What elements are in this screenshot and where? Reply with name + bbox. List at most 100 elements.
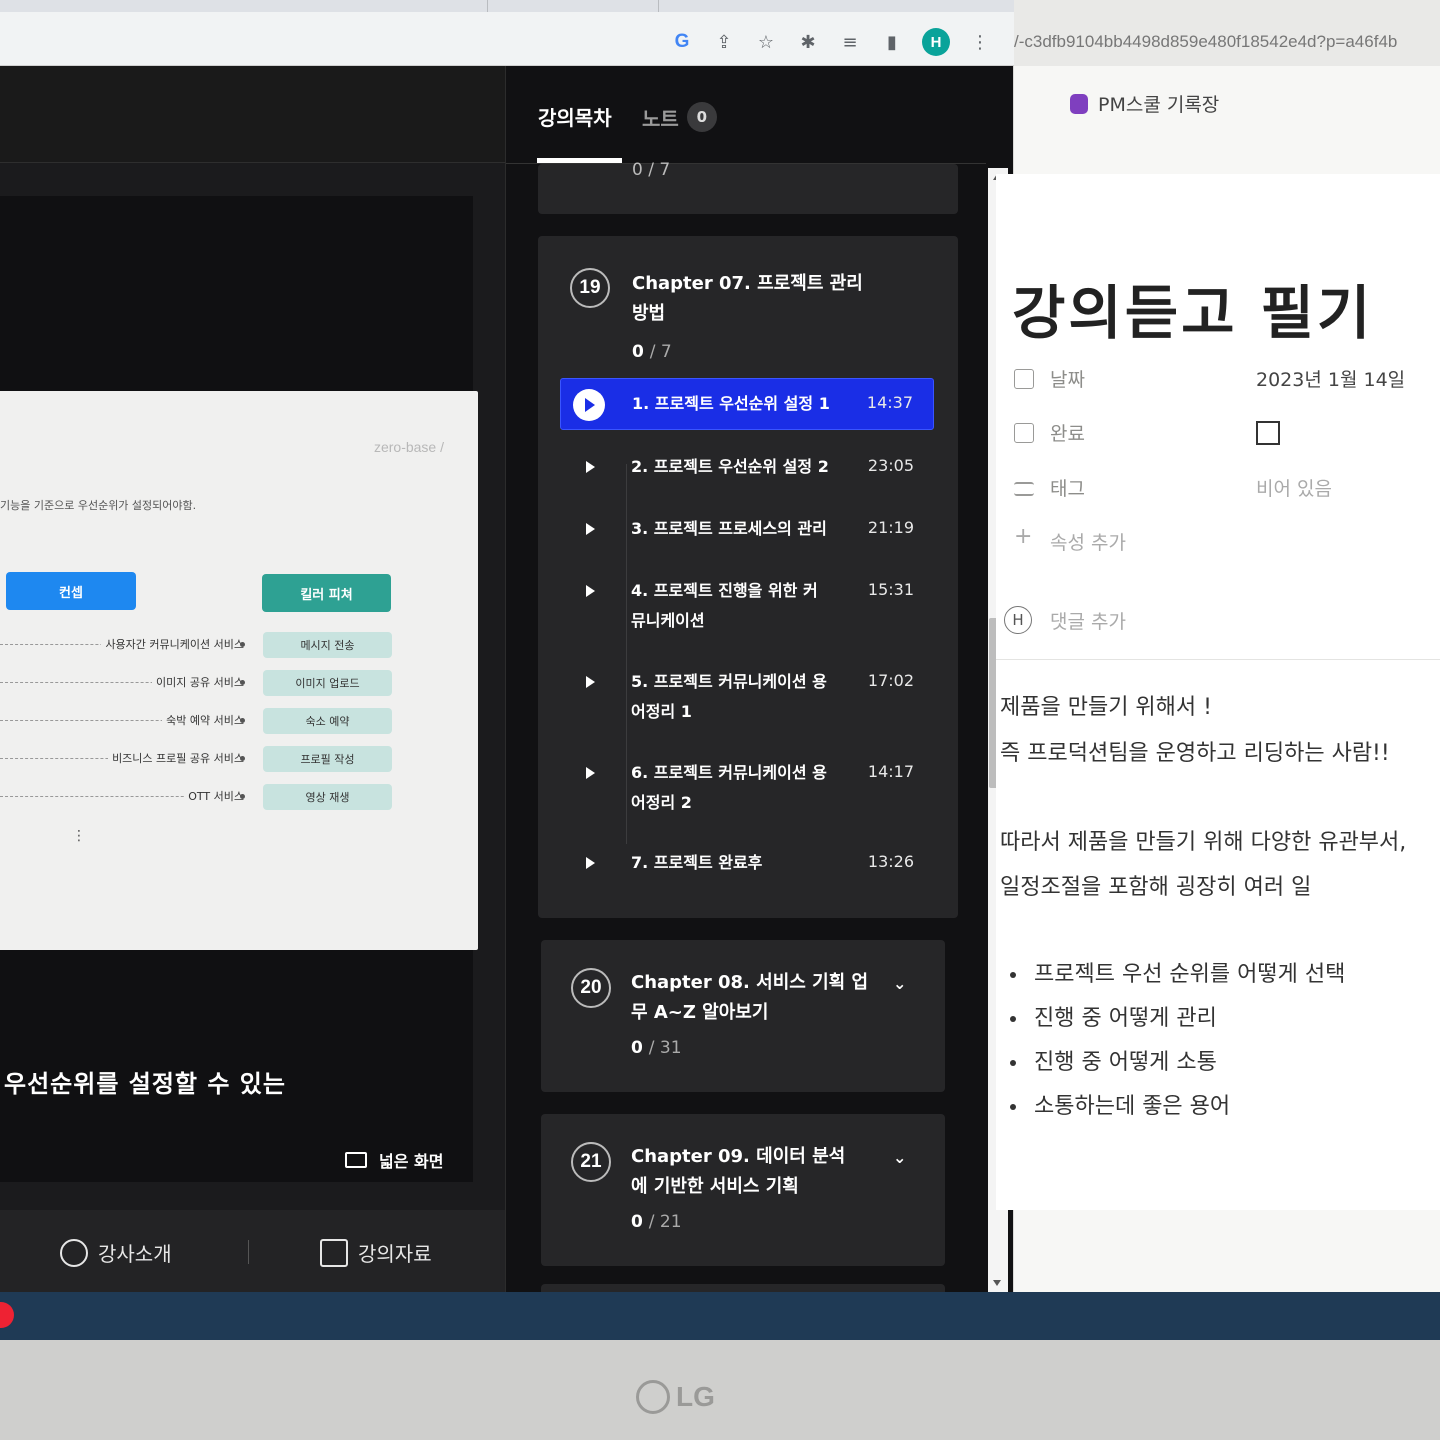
play-triangle-icon (586, 676, 595, 688)
play-triangle-icon (586, 523, 595, 535)
kebab-menu-icon[interactable]: ⋮ (968, 30, 992, 54)
tab-curriculum[interactable]: 강의목차 (538, 102, 612, 131)
page-emoji-icon (1070, 93, 1088, 114)
slide-row: 숙박 예약 서비스 숙소 예약 (0, 708, 478, 734)
chapter-title[interactable]: Chapter 07. 프로젝트 관리 방법 (632, 269, 872, 329)
lesson-item-active[interactable]: 1. 프로젝트 우선순위 설정 1 14:37 (560, 378, 934, 430)
play-triangle-icon (586, 767, 595, 779)
progress-total: / 21 (648, 1212, 682, 1232)
taskbar (0, 1292, 1440, 1340)
wide-screen-label: 넓은 화면 (379, 1152, 444, 1171)
reading-list-icon[interactable]: ≡ (838, 30, 862, 54)
lesson-duration: 21:19 (867, 518, 914, 537)
lesson-item[interactable]: 5. 프로젝트 커뮤니케이션 용어정리 1 17:02 (560, 667, 934, 727)
add-property-button[interactable]: + 속성 추가 (1014, 524, 1434, 558)
wide-screen-icon (345, 1152, 367, 1168)
property-name: 날짜 (1050, 369, 1085, 391)
profile-avatar[interactable]: H (922, 28, 950, 56)
note-paragraph[interactable]: 제품을 만들기 위해서 ! (1000, 689, 1212, 721)
chapter-card-21[interactable]: 21 Chapter 09. 데이터 분석에 기반한 서비스 기획 0 / 21… (541, 1114, 945, 1266)
monitor-logo: LG (636, 1380, 715, 1414)
tab-notes[interactable]: 노트 0 (642, 102, 717, 132)
property-tags[interactable]: 태그 비어 있음 (1014, 474, 1434, 504)
note-paragraph[interactable]: 따라서 제품을 만들기 위해 다양한 유관부서, (1000, 824, 1406, 856)
comment-avatar: H (1004, 606, 1032, 634)
service-label: 비즈니스 프로필 공유 서비스 (108, 750, 248, 766)
add-comment-row[interactable]: H 댓글 추가 (1004, 606, 1126, 634)
property-value[interactable]: 비어 있음 (1256, 474, 1332, 501)
app-icon[interactable] (0, 1302, 14, 1328)
connector-dot (240, 680, 245, 685)
bullet-text: 진행 중 어떻게 관리 (1034, 1006, 1217, 1031)
property-done[interactable]: 완료 (1014, 419, 1434, 449)
lesson-title: 6. 프로젝트 커뮤니케이션 용어정리 2 (631, 763, 827, 812)
lesson-item[interactable]: 6. 프로젝트 커뮤니케이션 용어정리 2 14:17 (560, 758, 934, 818)
chapter-progress: 0 / 7 (632, 160, 671, 180)
star-icon[interactable]: ☆ (754, 30, 778, 54)
chapter-progress: 0 / 31 (631, 1038, 682, 1058)
property-value[interactable]: 2023년 1월 14일 (1256, 365, 1405, 392)
materials-label: 강의자료 (358, 1242, 432, 1266)
curriculum-panel: 강의목차 노트 0 0 / 7 19 Chapter 07. 프로젝트 관리 방… (505, 66, 1013, 1296)
feature-chip: 메시지 전송 (263, 632, 392, 658)
bullet-item[interactable]: 프로젝트 우선 순위를 어떻게 선택 (1010, 956, 1345, 988)
page-title[interactable]: 강의듣고 필기 (1012, 266, 1373, 350)
tab-notes-label: 노트 (642, 106, 679, 131)
side-panel-icon[interactable]: ▮ (880, 30, 904, 54)
share-icon[interactable]: ⇪ (712, 30, 736, 54)
lesson-duration: 14:17 (867, 762, 914, 781)
play-triangle-icon (586, 857, 595, 869)
connector-dot (240, 642, 245, 647)
notes-document: 강의듣고 필기 날짜 2023년 1월 14일 완료 태그 비어 있음 + 속성… (996, 174, 1440, 1210)
progress-done: 0 (631, 1038, 643, 1058)
lesson-title: 7. 프로젝트 완료후 (631, 853, 763, 872)
lesson-duration: 15:31 (867, 580, 914, 599)
divider (996, 659, 1440, 660)
chevron-down-icon[interactable]: ⌄ (893, 974, 906, 993)
chapter-card-20[interactable]: 20 Chapter 08. 서비스 기획 업무 A~Z 알아보기 0 / 31… (541, 940, 945, 1092)
instructor-label: 강사소개 (98, 1242, 172, 1266)
feature-chip: 숙소 예약 (263, 708, 392, 734)
chevron-down-icon[interactable]: ⌄ (893, 1148, 906, 1167)
bullet-text: 진행 중 어떻게 소통 (1034, 1050, 1217, 1075)
wide-screen-button[interactable]: 넓은 화면 (345, 1148, 443, 1172)
bullet-item[interactable]: 진행 중 어떻게 소통 (1010, 1044, 1217, 1076)
materials-button[interactable]: 강의자료 (320, 1238, 432, 1267)
breadcrumb[interactable]: PM스쿨 기록장 (1070, 90, 1219, 117)
property-date[interactable]: 날짜 2023년 1월 14일 (1014, 365, 1434, 395)
toolbar-icons: G ⇪ ☆ ✱ ≡ ▮ H ⋮ (670, 28, 992, 56)
chapter-progress: 0 / 7 (632, 342, 672, 362)
calendar-icon (1014, 369, 1034, 389)
slide-row: 이미지 공유 서비스 이미지 업로드 (0, 670, 478, 696)
instructor-button[interactable]: 강사소개 (60, 1238, 172, 1267)
chapter-card-previous[interactable]: 0 / 7 (538, 160, 958, 214)
connector-dot (240, 794, 245, 799)
progress-total: / 31 (648, 1038, 682, 1058)
player-header (0, 66, 505, 163)
google-icon[interactable]: G (670, 30, 694, 54)
scroll-down-icon[interactable] (993, 1280, 1001, 1286)
lesson-item[interactable]: 2. 프로젝트 우선순위 설정 2 23:05 (560, 452, 934, 482)
service-label: OTT 서비스 (184, 788, 248, 804)
note-paragraph[interactable]: 즉 프로덕션팀을 운영하고 리딩하는 사람!! (1000, 735, 1390, 767)
note-paragraph[interactable]: 일정조절을 포함해 굉장히 여러 일 (1000, 869, 1311, 901)
extensions-icon[interactable]: ✱ (796, 30, 820, 54)
add-comment-label: 댓글 추가 (1050, 610, 1126, 633)
monitor-bezel: LG (0, 1340, 1440, 1440)
bullet-item[interactable]: 소통하는데 좋은 용어 (1010, 1088, 1230, 1120)
lesson-item[interactable]: 3. 프로젝트 프로세스의 관리 21:19 (560, 514, 934, 544)
browser-toolbar: G ⇪ ☆ ✱ ≡ ▮ H ⋮ (0, 0, 1014, 66)
bullet-dot-icon (1010, 1016, 1016, 1022)
bullet-item[interactable]: 진행 중 어떻게 관리 (1010, 1000, 1217, 1032)
lesson-title: 5. 프로젝트 커뮤니케이션 용어정리 1 (631, 672, 827, 721)
player-footer: 강사소개 강의자료 (0, 1210, 505, 1292)
done-checkbox[interactable] (1256, 421, 1280, 445)
address-bar[interactable]: /-c3dfb9104bb4498d859e480f18542e4d?p=a46… (1014, 0, 1440, 66)
chapter-progress: 0 / 21 (631, 1212, 682, 1232)
tab-strip (0, 0, 1014, 12)
tab-separator (487, 0, 488, 12)
clipboard-icon (320, 1238, 348, 1267)
slide-row: 사용자간 커뮤니케이션 서비스 메시지 전송 (0, 632, 478, 658)
lesson-item[interactable]: 7. 프로젝트 완료후 13:26 (560, 848, 934, 878)
lesson-item[interactable]: 4. 프로젝트 진행을 위한 커뮤니케이션 15:31 (560, 576, 934, 636)
